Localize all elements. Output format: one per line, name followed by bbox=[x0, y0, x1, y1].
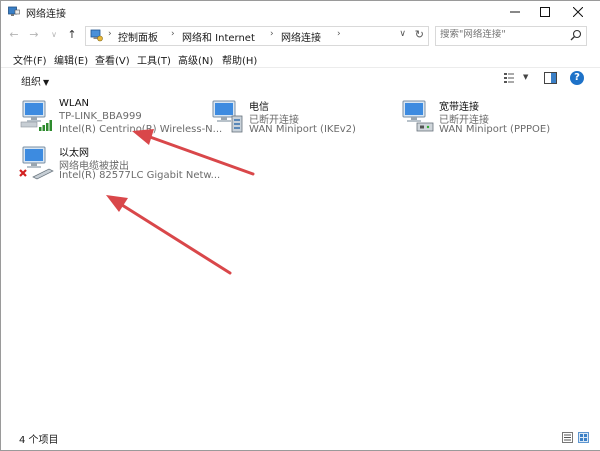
refresh-icon[interactable]: ↻ bbox=[415, 28, 424, 41]
connection-item-broadband[interactable]: 宽带连接 已断开连接 WAN Miniport (PPPOE) bbox=[399, 98, 594, 138]
explorer-window: 网络连接 ← → ∨ ↑ › 控制面板 › 网络和 Internet › 网络连 bbox=[0, 0, 600, 451]
organize-label: 组织 bbox=[21, 77, 41, 88]
minimize-button[interactable] bbox=[501, 1, 529, 23]
back-button[interactable]: ← bbox=[7, 27, 21, 43]
maximize-button[interactable] bbox=[531, 1, 559, 23]
change-view-icon[interactable] bbox=[504, 72, 518, 84]
broadband-adapter-icon bbox=[402, 100, 434, 132]
forward-button[interactable]: → bbox=[27, 27, 41, 43]
minimize-icon bbox=[510, 11, 520, 13]
network-connections-app-icon bbox=[8, 6, 20, 16]
command-bar: 组织 ▼ ▼ ? bbox=[1, 67, 600, 91]
breadcrumb-separator[interactable]: › bbox=[270, 29, 274, 39]
connection-item-telecom[interactable]: 电信 已断开连接 WAN Miniport (IKEv2) bbox=[209, 98, 394, 138]
menu-file[interactable]: 文件(F) bbox=[13, 52, 47, 67]
help-icon[interactable]: ? bbox=[570, 71, 584, 85]
recent-locations-button[interactable]: ∨ bbox=[47, 27, 61, 43]
maximize-icon bbox=[540, 7, 550, 17]
close-button[interactable] bbox=[564, 1, 592, 23]
item-count: 4 个项目 bbox=[19, 435, 59, 446]
address-dropdown-icon[interactable]: ∨ bbox=[399, 29, 406, 39]
connection-device: Intel(R) Centrino(R) Wireless-N... bbox=[59, 124, 223, 135]
preview-pane-icon[interactable] bbox=[544, 72, 557, 84]
up-button[interactable]: ↑ bbox=[65, 27, 79, 43]
breadcrumb-network-connections[interactable]: 网络连接 bbox=[281, 29, 321, 44]
control-panel-icon bbox=[90, 29, 103, 42]
connection-item-ethernet[interactable]: 以太网 网络电缆被拔出 Intel(R) 82577LC Gigabit Net… bbox=[19, 144, 220, 184]
breadcrumb-separator[interactable]: › bbox=[171, 29, 175, 39]
breadcrumb-control-panel[interactable]: 控制面板 bbox=[118, 29, 158, 44]
connection-device: WAN Miniport (PPPOE) bbox=[439, 124, 551, 135]
address-row: ← → ∨ ↑ › 控制面板 › 网络和 Internet › 网络连接 › ∨… bbox=[1, 25, 600, 47]
search-input[interactable] bbox=[440, 29, 560, 40]
connection-device: WAN Miniport (IKEv2) bbox=[249, 124, 356, 135]
view-options-dropdown[interactable]: ▼ bbox=[523, 73, 528, 81]
connection-device: Intel(R) 82577LC Gigabit Netw... bbox=[59, 170, 221, 181]
connection-item-wlan[interactable]: WLAN TP-LINK_BBA999 Intel(R) Centrino(R)… bbox=[19, 98, 222, 138]
status-bar: 4 个项目 bbox=[1, 427, 600, 449]
vpn-adapter-icon bbox=[212, 100, 243, 133]
search-icon[interactable] bbox=[570, 29, 582, 41]
close-icon bbox=[573, 7, 583, 17]
connection-status: TP-LINK_BBA999 bbox=[59, 111, 142, 122]
wifi-adapter-icon bbox=[20, 100, 52, 131]
menu-bar: 文件(F) 编辑(E) 查看(V) 工具(T) 高级(N) 帮助(H) bbox=[1, 49, 600, 67]
menu-tools[interactable]: 工具(T) bbox=[137, 52, 171, 67]
menu-edit[interactable]: 编辑(E) bbox=[54, 52, 88, 67]
breadcrumb-separator[interactable]: › bbox=[337, 29, 341, 39]
details-view-icon[interactable] bbox=[562, 432, 573, 443]
connection-name: WLAN bbox=[59, 98, 90, 109]
breadcrumb-separator: › bbox=[108, 29, 112, 39]
breadcrumb-network-internet[interactable]: 网络和 Internet bbox=[182, 29, 255, 44]
chevron-down-icon: ▼ bbox=[43, 78, 50, 87]
menu-help[interactable]: 帮助(H) bbox=[222, 52, 257, 67]
window-title: 网络连接 bbox=[26, 9, 66, 20]
title-bar: 网络连接 bbox=[1, 1, 600, 23]
connections-view: WLAN TP-LINK_BBA999 Intel(R) Centrino(R)… bbox=[1, 90, 600, 425]
menu-advanced[interactable]: 高级(N) bbox=[178, 52, 213, 67]
search-box[interactable] bbox=[435, 26, 587, 46]
menu-view[interactable]: 查看(V) bbox=[95, 52, 130, 67]
organize-button[interactable]: 组织 ▼ bbox=[21, 73, 49, 88]
ethernet-adapter-icon bbox=[19, 146, 54, 180]
large-icons-view-icon[interactable] bbox=[578, 432, 589, 443]
address-bar[interactable]: › 控制面板 › 网络和 Internet › 网络连接 › ∨ ↻ bbox=[85, 26, 429, 46]
